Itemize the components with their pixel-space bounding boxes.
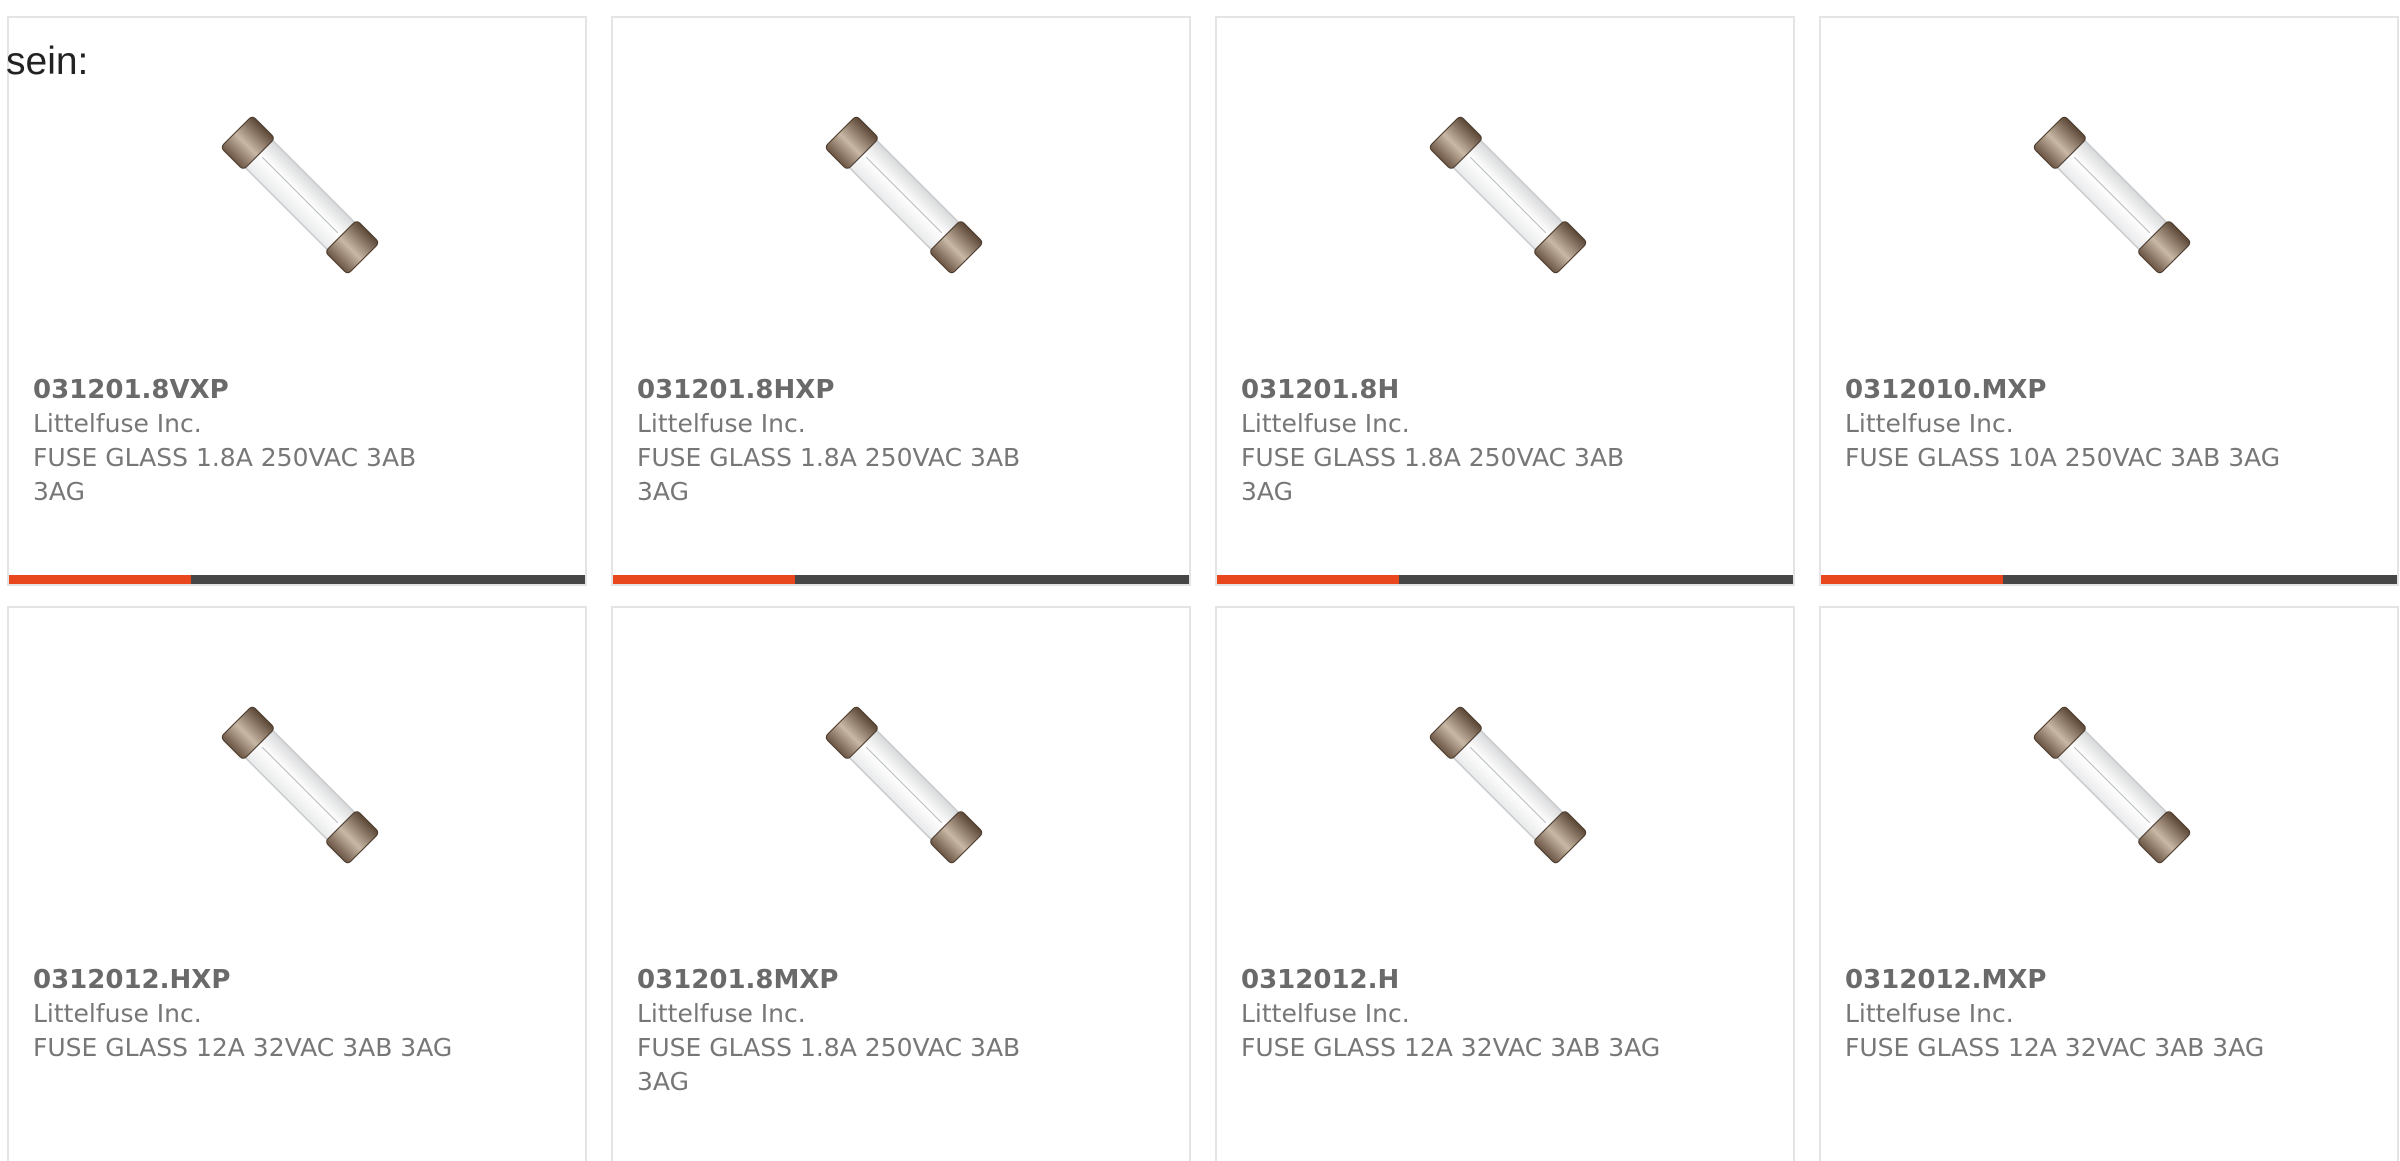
card-bottom-bar (1217, 575, 1793, 584)
product-info: 031201.8H Littelfuse Inc. FUSE GLASS 1.8… (1241, 373, 1681, 509)
glass-fuse-icon (1401, 88, 1615, 302)
manufacturer: Littelfuse Inc. (1241, 999, 1410, 1028)
card-accent-bar (1217, 575, 1399, 584)
glass-fuse-icon (797, 88, 1011, 302)
part-number-link[interactable]: 0312012.H (1241, 963, 1681, 997)
glass-fuse-icon (193, 88, 407, 302)
manufacturer: Littelfuse Inc. (1845, 999, 2014, 1028)
product-info: 0312010.MXP Littelfuse Inc. FUSE GLASS 1… (1845, 373, 2285, 475)
glass-fuse-icon (1401, 678, 1615, 892)
product-info: 031201.8VXP Littelfuse Inc. FUSE GLASS 1… (33, 373, 473, 509)
product-card[interactable]: 031201.8H Littelfuse Inc. FUSE GLASS 1.8… (1215, 16, 1795, 586)
description: FUSE GLASS 12A 32VAC 3AB 3AG (1845, 1033, 2265, 1062)
glass-fuse-icon (2005, 678, 2219, 892)
glass-fuse-icon (797, 678, 1011, 892)
part-number-link[interactable]: 031201.8H (1241, 373, 1681, 407)
description: FUSE GLASS 1.8A 250VAC 3AB 3AG (637, 443, 1021, 506)
product-info: 0312012.HXP Littelfuse Inc. FUSE GLASS 1… (33, 963, 473, 1065)
part-number-link[interactable]: 0312012.HXP (33, 963, 473, 997)
product-info: 031201.8HXP Littelfuse Inc. FUSE GLASS 1… (637, 373, 1077, 509)
manufacturer: Littelfuse Inc. (1241, 409, 1410, 438)
description: FUSE GLASS 1.8A 250VAC 3AB 3AG (33, 443, 417, 506)
intro-label: sein: (6, 40, 89, 83)
manufacturer: Littelfuse Inc. (1845, 409, 2014, 438)
manufacturer: Littelfuse Inc. (637, 409, 806, 438)
manufacturer: Littelfuse Inc. (33, 409, 202, 438)
manufacturer: Littelfuse Inc. (33, 999, 202, 1028)
glass-fuse-icon (2005, 88, 2219, 302)
part-number-link[interactable]: 0312012.MXP (1845, 963, 2285, 997)
description: FUSE GLASS 12A 32VAC 3AB 3AG (33, 1033, 453, 1062)
description: FUSE GLASS 1.8A 250VAC 3AB 3AG (637, 1033, 1021, 1096)
card-accent-bar (9, 575, 191, 584)
description: FUSE GLASS 12A 32VAC 3AB 3AG (1241, 1033, 1661, 1062)
product-grid-page: 031201.8VXP Littelfuse Inc. FUSE GLASS 1… (0, 0, 2400, 1161)
description: FUSE GLASS 10A 250VAC 3AB 3AG (1845, 443, 2281, 472)
card-bottom-bar (9, 575, 585, 584)
product-info: 031201.8MXP Littelfuse Inc. FUSE GLASS 1… (637, 963, 1077, 1099)
part-number-link[interactable]: 0312010.MXP (1845, 373, 2285, 407)
part-number-link[interactable]: 031201.8MXP (637, 963, 1077, 997)
card-accent-bar (613, 575, 795, 584)
glass-fuse-icon (193, 678, 407, 892)
description: FUSE GLASS 1.8A 250VAC 3AB 3AG (1241, 443, 1625, 506)
card-bottom-bar (613, 575, 1189, 584)
product-info: 0312012.H Littelfuse Inc. FUSE GLASS 12A… (1241, 963, 1681, 1065)
part-number-link[interactable]: 031201.8HXP (637, 373, 1077, 407)
product-info: 0312012.MXP Littelfuse Inc. FUSE GLASS 1… (1845, 963, 2285, 1065)
product-card[interactable]: 031201.8HXP Littelfuse Inc. FUSE GLASS 1… (611, 16, 1191, 586)
part-number-link[interactable]: 031201.8VXP (33, 373, 473, 407)
manufacturer: Littelfuse Inc. (637, 999, 806, 1028)
product-card[interactable]: 0312012.MXP Littelfuse Inc. FUSE GLASS 1… (1819, 606, 2399, 1161)
product-card[interactable]: 031201.8VXP Littelfuse Inc. FUSE GLASS 1… (7, 16, 587, 586)
card-accent-bar (1821, 575, 2003, 584)
card-bottom-bar (1821, 575, 2397, 584)
product-card[interactable]: 031201.8MXP Littelfuse Inc. FUSE GLASS 1… (611, 606, 1191, 1161)
product-card[interactable]: 0312012.HXP Littelfuse Inc. FUSE GLASS 1… (7, 606, 587, 1161)
product-card[interactable]: 0312012.H Littelfuse Inc. FUSE GLASS 12A… (1215, 606, 1795, 1161)
product-card[interactable]: 0312010.MXP Littelfuse Inc. FUSE GLASS 1… (1819, 16, 2399, 586)
